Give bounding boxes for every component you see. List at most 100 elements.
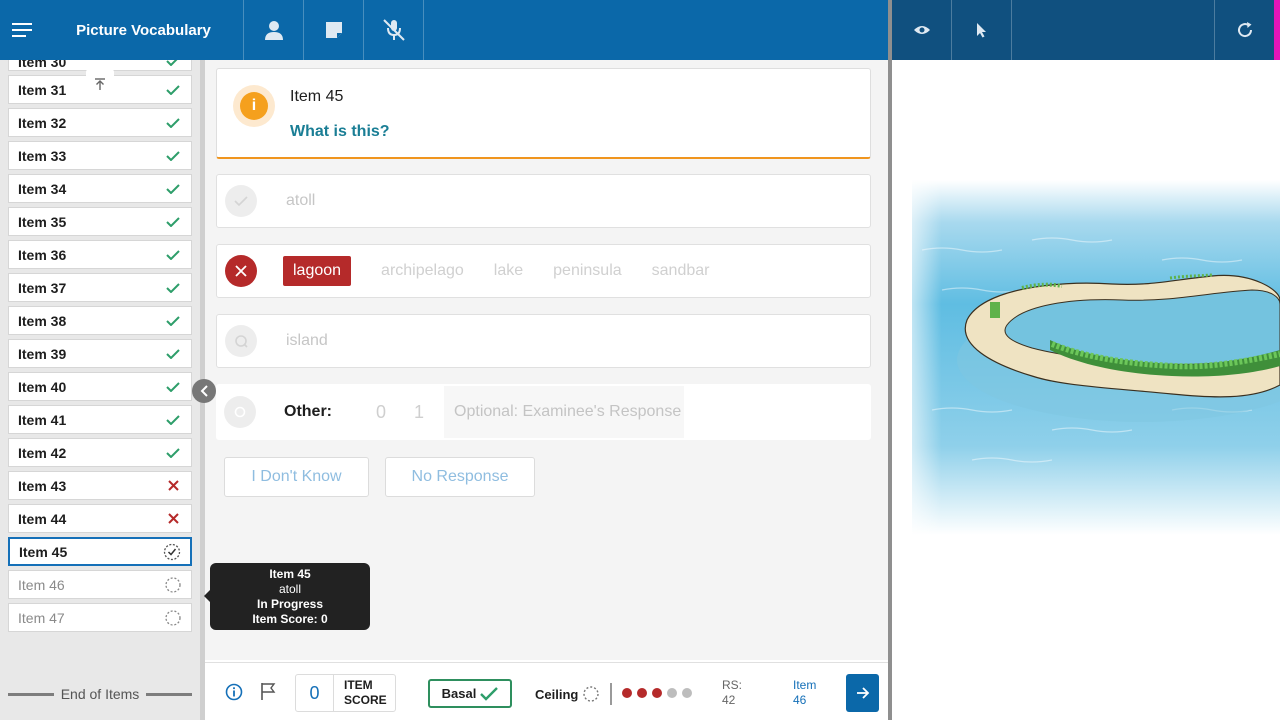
- sidebar-item[interactable]: Item 41: [8, 405, 192, 434]
- next-item-number: 46: [793, 693, 807, 707]
- sidebar-item[interactable]: Item 42: [8, 438, 192, 467]
- arrow-right-icon: [856, 687, 869, 699]
- item-score-label: ITEM SCORE: [334, 678, 387, 708]
- check-icon: [164, 444, 182, 462]
- raw-score: RS: 42: [722, 678, 742, 708]
- next-item-label: Item: [793, 678, 817, 692]
- alt-answer-peninsula[interactable]: peninsula: [553, 262, 622, 280]
- sidebar-item-label: Item 31: [18, 81, 67, 98]
- sidebar-item[interactable]: Item 35: [8, 207, 192, 236]
- sidebar-item-label: Item 30: [18, 60, 67, 70]
- ceiling-status: Ceiling: [535, 685, 600, 703]
- query-icon: [225, 325, 257, 357]
- tooltip-answer: atoll: [278, 582, 301, 596]
- menu-button[interactable]: [0, 0, 44, 60]
- check-icon: [164, 279, 182, 297]
- panel-divider[interactable]: [888, 0, 892, 720]
- info-icon: i: [240, 92, 268, 120]
- footer-separator: [610, 683, 612, 705]
- check-icon: [164, 60, 182, 70]
- refresh-button[interactable]: [1214, 0, 1274, 60]
- x-icon[interactable]: [225, 255, 257, 287]
- examinee-button[interactable]: [244, 0, 304, 60]
- arrow-to-top-icon: [95, 78, 105, 90]
- note-icon: [325, 22, 342, 38]
- notes-button[interactable]: [304, 0, 364, 60]
- other-score-0[interactable]: 0: [376, 402, 386, 423]
- sidebar-item-label: Item 37: [18, 279, 67, 296]
- next-item-indicator[interactable]: Item 46: [793, 678, 816, 708]
- check-icon: [164, 147, 182, 165]
- sidebar-item[interactable]: Item 33: [8, 141, 192, 170]
- info-button[interactable]: [225, 683, 243, 706]
- sidebar-item[interactable]: Item 38: [8, 306, 192, 335]
- item-score-label-line1: ITEM: [344, 678, 373, 692]
- sidebar-item[interactable]: Item 37: [8, 273, 192, 302]
- sidebar-item[interactable]: Item 32: [8, 108, 192, 137]
- other-score-1[interactable]: 1: [414, 402, 424, 423]
- other-radio-icon[interactable]: [224, 396, 256, 428]
- no-response-button[interactable]: No Response: [385, 457, 535, 497]
- sidebar-item-label: Item 38: [18, 312, 67, 329]
- alt-answer-sandbar[interactable]: sandbar: [652, 262, 710, 280]
- alt-answer-archipelago[interactable]: archipelago: [381, 262, 464, 280]
- sidebar-item[interactable]: Item 44: [8, 504, 192, 533]
- app-title: Picture Vocabulary: [44, 0, 244, 60]
- basal-label: Basal: [441, 686, 477, 701]
- sidebar-item[interactable]: Item 45: [8, 537, 192, 566]
- tooltip-status: In Progress: [256, 597, 324, 611]
- ceiling-dot: [667, 688, 677, 698]
- sidebar-item[interactable]: Item 47: [8, 603, 192, 632]
- mic-toggle-button[interactable]: [364, 0, 424, 60]
- refresh-icon: [1237, 22, 1252, 38]
- ceiling-progress-dots: [622, 688, 697, 698]
- query-answer-label: island: [286, 332, 328, 349]
- check-icon: [225, 185, 257, 217]
- sidebar-item[interactable]: Item 36: [8, 240, 192, 269]
- check-icon: [164, 312, 182, 330]
- check-icon: [164, 378, 182, 396]
- check-icon: [164, 213, 182, 231]
- view-toggle-button[interactable]: [892, 0, 952, 60]
- correct-response-row[interactable]: atoll: [216, 174, 871, 228]
- alt-answer-lake[interactable]: lake: [494, 262, 523, 280]
- eye-icon: [913, 26, 930, 34]
- dont-know-button[interactable]: I Don't Know: [224, 457, 369, 497]
- collapse-sidebar-button[interactable]: [192, 379, 216, 403]
- pending-icon: [583, 686, 600, 702]
- item-score-box: 0 ITEM SCORE: [295, 674, 396, 712]
- query-response-row[interactable]: island: [216, 314, 871, 368]
- sidebar-item-label: Item 33: [18, 147, 67, 164]
- sidebar-item[interactable]: Item 40: [8, 372, 192, 401]
- cursor-icon: [976, 23, 986, 38]
- end-of-items-label: End of Items: [60, 686, 140, 702]
- tooltip-item: Item 45: [269, 567, 311, 581]
- stimulus-image: [912, 180, 1280, 535]
- sidebar-item-label: Item 34: [18, 180, 67, 197]
- person-icon: [264, 21, 283, 40]
- check-icon: [164, 411, 182, 429]
- sidebar-item-label: Item 47: [18, 609, 65, 626]
- question-prompt: What is this?: [290, 123, 390, 140]
- end-of-items: End of Items: [8, 686, 192, 702]
- sidebar-item[interactable]: Item 34: [8, 174, 192, 203]
- ceiling-dot: [652, 688, 662, 698]
- flag-button[interactable]: [260, 682, 276, 705]
- sidebar-item-label: Item 32: [18, 114, 67, 131]
- sidebar-item-label: Item 44: [18, 510, 67, 527]
- pointer-button[interactable]: [952, 0, 1012, 60]
- ceiling-dot: [637, 688, 647, 698]
- examinee-response-input[interactable]: [444, 386, 685, 438]
- sidebar-item-label: Item 43: [18, 477, 67, 494]
- next-button[interactable]: [846, 674, 879, 712]
- sidebar-item[interactable]: Item 43: [8, 471, 192, 500]
- sidebar-item[interactable]: Item 46: [8, 570, 192, 599]
- x-icon: [164, 477, 182, 495]
- incorrect-response-row: lagoon archipelago lake peninsula sandba…: [216, 244, 871, 298]
- scroll-to-top-button[interactable]: [86, 69, 114, 99]
- chevron-left-icon: [200, 385, 208, 397]
- selected-incorrect-answer[interactable]: lagoon: [283, 256, 352, 286]
- sidebar-item[interactable]: Item 39: [8, 339, 192, 368]
- accent-strip: [1274, 0, 1280, 60]
- sidebar-item-label: Item 45: [19, 543, 68, 560]
